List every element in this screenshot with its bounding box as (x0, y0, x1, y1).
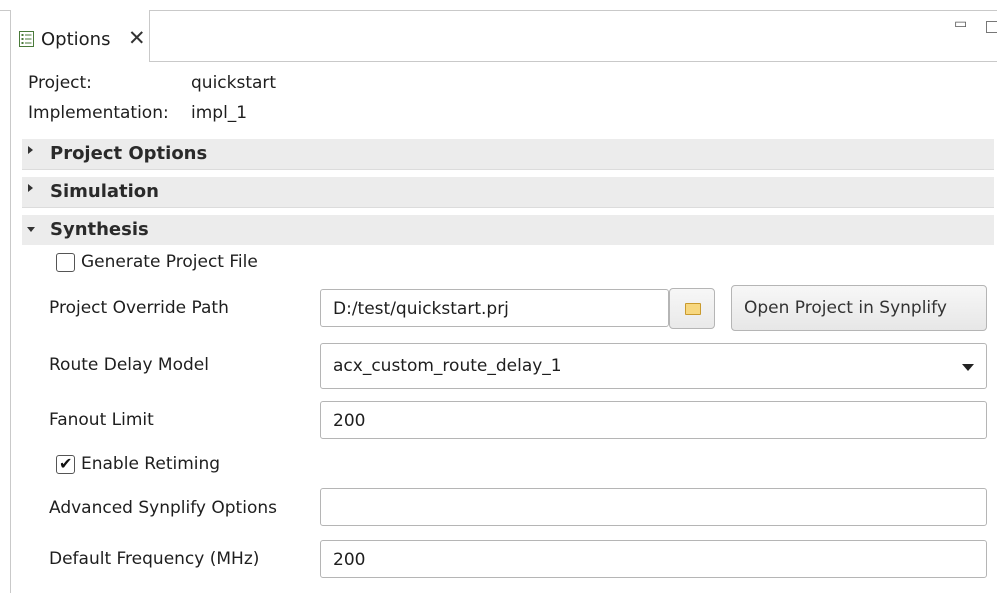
default-frequency-label: Default Frequency (MHz) (49, 549, 260, 569)
enable-retiming-label: Enable Retiming (81, 454, 221, 474)
minimize-icon[interactable]: ▭ (954, 16, 967, 32)
checkmark-icon: ✔ (59, 454, 73, 473)
section-title: Simulation (50, 181, 159, 202)
section-simulation[interactable]: Simulation (22, 177, 994, 207)
open-project-button-label: Open Project in Synplify (744, 298, 947, 318)
panel-border (10, 62, 11, 593)
advanced-options-label: Advanced Synplify Options (49, 498, 277, 518)
section-project-options[interactable]: Project Options (22, 139, 994, 169)
route-delay-value: acx_custom_route_delay_1 (333, 356, 562, 376)
chevron-right-icon (28, 146, 33, 154)
fanout-limit-label: Fanout Limit (49, 410, 154, 430)
chevron-right-icon (28, 184, 33, 192)
folder-icon (685, 303, 701, 315)
implementation-label: Implementation: (28, 103, 169, 123)
generate-project-file-checkbox[interactable] (56, 253, 75, 272)
project-value: quickstart (191, 73, 277, 93)
tab-strip-bottom-border (150, 61, 997, 62)
divider (22, 169, 994, 170)
route-delay-select[interactable]: acx_custom_route_delay_1 (320, 343, 987, 389)
maximize-icon[interactable] (986, 21, 997, 33)
override-path-label: Project Override Path (49, 298, 229, 318)
tab-options-label: Options (41, 29, 111, 50)
generate-project-file-label: Generate Project File (81, 252, 258, 272)
enable-retiming-checkbox[interactable]: ✔ (56, 454, 75, 474)
default-frequency-value: 200 (333, 550, 366, 570)
options-list-icon (19, 31, 34, 47)
chevron-down-icon (27, 227, 35, 232)
section-title: Synthesis (50, 219, 149, 240)
route-delay-label: Route Delay Model (49, 355, 209, 375)
chevron-down-icon (962, 364, 974, 371)
project-label: Project: (28, 73, 92, 93)
advanced-options-input[interactable] (320, 488, 987, 526)
default-frequency-input[interactable]: 200 (320, 540, 987, 578)
section-title: Project Options (50, 143, 208, 164)
override-path-input[interactable]: D:/test/quickstart.prj (320, 289, 669, 327)
close-icon[interactable]: ✕ (128, 26, 146, 50)
tab-options[interactable]: Options ✕ (10, 10, 150, 62)
section-synthesis[interactable]: Synthesis (22, 215, 994, 245)
browse-button[interactable] (669, 288, 715, 329)
divider (22, 207, 994, 208)
tab-strip: Options ✕ ▭ (0, 0, 997, 62)
fanout-limit-value: 200 (333, 411, 366, 431)
implementation-value: impl_1 (191, 103, 248, 123)
override-path-value: D:/test/quickstart.prj (333, 299, 509, 319)
fanout-limit-input[interactable]: 200 (320, 401, 987, 439)
open-project-in-synplify-button[interactable]: Open Project in Synplify (731, 285, 987, 331)
